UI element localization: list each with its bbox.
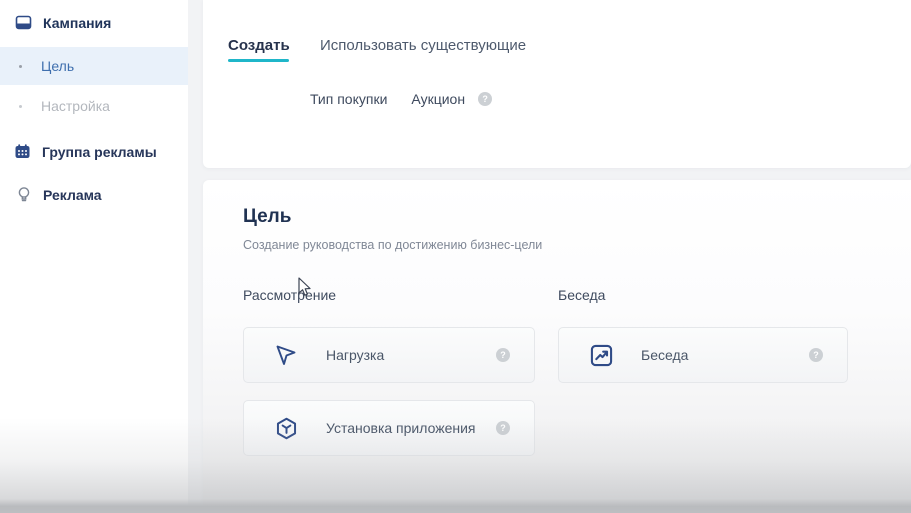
campaign-icon xyxy=(15,14,32,31)
sidebar-item-goal[interactable]: Цель xyxy=(0,47,188,85)
objective-card-label: Беседа xyxy=(641,347,689,363)
sidebar-item-ad[interactable]: Реклама xyxy=(0,174,188,215)
tab-create[interactable]: Создать xyxy=(228,37,290,54)
objective-card-label: Установка приложения xyxy=(326,420,476,436)
sidebar-item-label: Реклама xyxy=(43,186,102,203)
trend-chart-icon xyxy=(588,342,614,368)
objective-card-label: Нагрузка xyxy=(326,347,385,363)
tab-use-existing[interactable]: Использовать существующие xyxy=(320,37,526,54)
objective-card-traffic[interactable]: Нагрузка ? xyxy=(243,327,535,383)
objective-card-conversation[interactable]: Беседа ? xyxy=(558,327,848,383)
sidebar-item-label: Настройка xyxy=(41,98,110,114)
sidebar-item-campaign[interactable]: Кампания xyxy=(0,0,188,43)
purchase-type-label: Тип покупки xyxy=(310,91,388,107)
goal-title: Цель xyxy=(243,206,292,227)
objective-card-app-install[interactable]: Установка приложения ? xyxy=(243,400,535,456)
package-box-icon xyxy=(273,415,299,441)
sidebar-item-ad-group[interactable]: Группа рекламы xyxy=(0,131,188,172)
goal-columns: Рассмотрение Нагрузка ? Установка прилож… xyxy=(243,287,911,473)
bullet-dot xyxy=(19,104,22,108)
question-circle-icon[interactable]: ? xyxy=(496,348,510,362)
column-header: Рассмотрение xyxy=(243,287,337,303)
sidebar: Кампания Цель Настройка Группа рекламы Р… xyxy=(0,0,188,513)
sidebar-item-label: Цель xyxy=(41,58,75,74)
goal-subtitle: Создание руководства по достижению бизне… xyxy=(243,238,543,252)
bullet-dot xyxy=(19,64,22,68)
goal-panel: Цель Создание руководства по достижению … xyxy=(203,180,911,505)
purchase-type-value: Аукцион xyxy=(411,91,466,107)
question-circle-icon[interactable]: ? xyxy=(478,92,493,106)
sidebar-item-setup[interactable]: Настройка xyxy=(0,87,188,125)
goal-column-consideration: Рассмотрение Нагрузка ? Установка прилож… xyxy=(243,287,535,473)
question-circle-icon[interactable]: ? xyxy=(809,348,823,362)
question-circle-icon[interactable]: ? xyxy=(496,421,510,435)
navigation-arrow-icon xyxy=(273,342,299,368)
ad-group-icon xyxy=(14,143,31,160)
purchase-type-row: Тип покупки Аукцион ? xyxy=(310,91,493,107)
column-header: Беседа xyxy=(558,287,606,303)
active-tab-underline xyxy=(228,59,289,62)
lightbulb-icon xyxy=(15,186,32,203)
sidebar-item-label: Группа рекламы xyxy=(42,143,157,160)
create-campaign-panel: Создать Использовать существующие Тип по… xyxy=(203,0,911,168)
goal-column-conversation: Беседа Беседа ? xyxy=(558,287,848,473)
sidebar-item-label: Кампания xyxy=(43,14,112,31)
